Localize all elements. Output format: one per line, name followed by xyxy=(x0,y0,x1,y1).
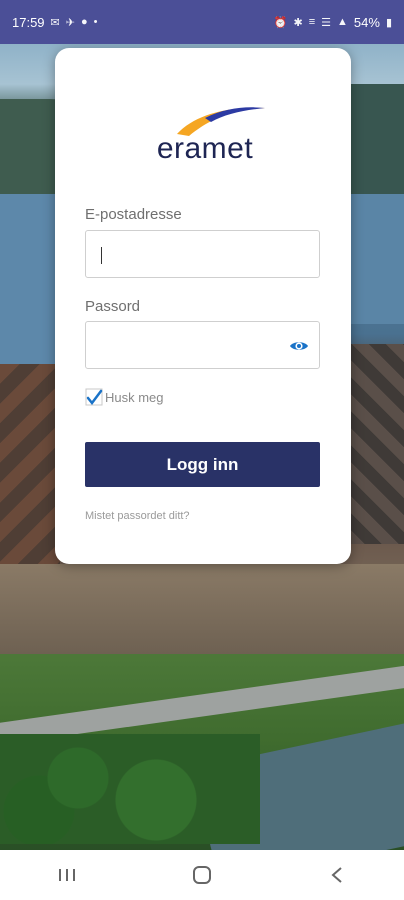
email-field-box xyxy=(85,230,320,278)
eramet-logo: eramet xyxy=(135,104,275,165)
message-icon: ✉ xyxy=(50,16,60,29)
back-button[interactable] xyxy=(317,855,357,895)
remember-me-label: Husk meg xyxy=(105,389,164,405)
airplane-icon: ✈ xyxy=(65,16,75,29)
dot-icon: • xyxy=(93,16,98,28)
status-bar: 17:59 ✉ ✈ ● • ⏰ ✱ ≡ ☰ ▲ 54% ▮ xyxy=(0,0,404,44)
facebook-icon: ● xyxy=(80,16,88,28)
login-button[interactable]: Logg inn xyxy=(85,442,320,487)
text-caret xyxy=(101,247,102,264)
back-icon xyxy=(331,867,342,883)
background-factory-floor xyxy=(0,564,404,654)
battery-icon: ▮ xyxy=(385,16,392,29)
background-trees xyxy=(0,734,260,844)
email-field[interactable] xyxy=(86,231,319,277)
volte-icon: ≡ xyxy=(308,16,316,28)
background-water-right xyxy=(344,194,404,324)
screen: 17:59 ✉ ✈ ● • ⏰ ✱ ≡ ☰ ▲ 54% ▮ eramet E-p… xyxy=(0,0,404,900)
alarm-icon: ⏰ xyxy=(273,16,288,29)
recent-apps-icon xyxy=(59,869,76,881)
status-left: 17:59 ✉ ✈ ● • xyxy=(12,15,98,30)
password-field[interactable] xyxy=(86,322,319,368)
remember-me-checkbox[interactable] xyxy=(85,388,103,406)
password-label: Passord xyxy=(85,298,141,315)
recent-apps-button[interactable] xyxy=(47,855,87,895)
navigation-bar xyxy=(0,850,404,900)
background-water-left xyxy=(0,194,60,364)
logo-wordmark: eramet xyxy=(156,132,254,165)
battery-level: 54% xyxy=(353,14,380,30)
home-icon xyxy=(192,866,211,884)
show-password-eye-icon[interactable] xyxy=(289,336,309,356)
login-card: eramet E-postadresse Passord Husk meg Lo… xyxy=(55,48,351,564)
status-right: ⏰ ✱ ≡ ☰ ▲ 54% ▮ xyxy=(274,15,392,30)
password-field-box xyxy=(85,321,320,369)
remember-me-row[interactable]: Husk meg xyxy=(85,388,164,406)
email-label: E-postadresse xyxy=(85,206,182,223)
signal-icon: ▲ xyxy=(337,16,348,28)
status-time: 17:59 xyxy=(12,14,45,30)
bluetooth-icon: ✱ xyxy=(293,16,303,29)
forgot-password-link[interactable]: Mistet passordet ditt? xyxy=(85,510,190,522)
home-button[interactable] xyxy=(182,855,222,895)
background-factory-right xyxy=(348,344,404,544)
wifi-icon: ☰ xyxy=(321,16,332,29)
